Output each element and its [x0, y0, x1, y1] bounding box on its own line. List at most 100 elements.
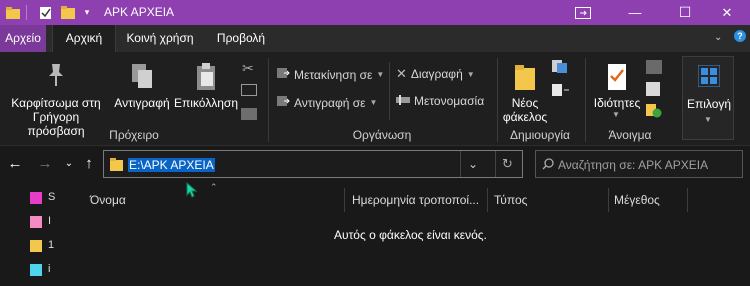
new-folder-icon — [502, 62, 548, 96]
divider — [460, 151, 461, 177]
delete-label: Διαγραφή — [410, 67, 463, 81]
edit-icon[interactable] — [646, 82, 660, 96]
customize-quick-access-icon[interactable]: ▾ — [80, 0, 94, 25]
nav-pane-item[interactable]: 1 — [48, 239, 54, 251]
nav-pane-item[interactable]: S — [48, 191, 55, 203]
pin-to-quick-access-button[interactable]: Καρφίτσωμα στη Γρήγορη πρόσβαση — [4, 62, 108, 138]
nav-pane-folder-icon[interactable] — [30, 264, 42, 276]
divider — [495, 151, 496, 177]
recent-locations-chevron-icon[interactable]: ⌄ — [60, 154, 78, 172]
rename-label: Μετονομασία — [414, 94, 485, 108]
group-clipboard-label: Πρόχειρο — [109, 128, 159, 142]
folder-icon — [110, 158, 123, 174]
tab-view[interactable]: Προβολή — [210, 25, 272, 52]
properties-icon — [588, 62, 646, 96]
column-divider[interactable] — [687, 188, 688, 212]
empty-folder-message: Αυτός ο φάκελος είναι κενός. — [334, 228, 487, 242]
minimize-button[interactable] — [560, 0, 606, 25]
pin-label-line1: Καρφίτσωμα στη — [11, 96, 101, 110]
sort-up-icon: ⌃ — [210, 182, 218, 192]
select-label: Επιλογή — [686, 97, 732, 111]
column-header-size[interactable]: Μέγεθος — [614, 188, 660, 212]
chevron-down-icon: ▼ — [369, 98, 378, 107]
maximize-button[interactable]: ☐ — [662, 0, 708, 25]
nav-pane-folder-icon[interactable] — [30, 240, 42, 252]
forward-arrow-icon[interactable]: → — [36, 154, 54, 172]
separator — [26, 5, 27, 20]
move-to-button[interactable]: Μετακίνηση σε ▼ — [276, 66, 384, 83]
copy-button[interactable]: Αντιγραφή — [110, 62, 174, 110]
tab-file[interactable]: Αρχείο — [0, 25, 46, 52]
minimize-button[interactable]: — — [612, 0, 658, 25]
select-button[interactable]: Επιλογή ▼ — [682, 56, 734, 140]
column-divider[interactable] — [608, 188, 609, 212]
copy-icon — [110, 62, 174, 96]
delete-button[interactable]: ✕ Διαγραφή ▼ — [396, 66, 475, 82]
column-divider[interactable] — [487, 188, 488, 212]
paste-icon — [174, 62, 238, 96]
help-icon[interactable]: ? — [734, 30, 746, 42]
address-history-chevron-icon[interactable]: ⌄ — [468, 157, 478, 171]
column-header-type[interactable]: Τύπος — [494, 188, 527, 212]
mouse-cursor — [186, 181, 198, 201]
copy-to-icon — [276, 94, 290, 111]
copy-to-button[interactable]: Αντιγραφή σε ▼ — [276, 94, 377, 111]
address-path[interactable]: E:\ΑΡΚ ΑΡΧΕΙΑ — [128, 158, 215, 172]
group-new-label: Δημιουργία — [510, 128, 570, 142]
rename-button[interactable]: Μετονομασία — [396, 94, 484, 108]
up-arrow-icon[interactable]: ↑ — [80, 154, 98, 172]
ribbon-tabs: Αρχείο Αρχική Κοινή χρήση Προβολή ⌄ ? — [0, 25, 750, 52]
move-to-label: Μετακίνηση σε — [294, 67, 373, 82]
history-icon[interactable] — [646, 104, 662, 118]
column-divider[interactable] — [344, 188, 345, 212]
new-folder-label-line1: Νέος — [511, 96, 539, 110]
new-folder-quick-icon[interactable] — [59, 0, 77, 25]
refresh-icon[interactable]: ↻ — [502, 156, 513, 172]
group-organize-label: Οργάνωση — [352, 128, 412, 142]
search-box[interactable]: Αναζήτηση σε: ΑΡΚ ΑΡΧΕΙΑ — [535, 150, 743, 178]
chevron-down-icon[interactable]: ▼ — [612, 110, 620, 119]
copy-label: Αντιγραφή — [114, 96, 170, 110]
collapse-ribbon-icon[interactable]: ⌄ — [714, 32, 722, 43]
properties-label: Ιδιότητες — [593, 96, 641, 110]
close-button[interactable]: ✕ — [704, 0, 750, 25]
paste-button[interactable]: Επικόλληση — [174, 62, 238, 110]
file-list-area: S I 1 i ⌃ Όνομα Ημερομηνία τροποποί... Τ… — [0, 181, 750, 286]
nav-pane-folder-icon[interactable] — [30, 216, 42, 228]
folder-icon — [4, 0, 22, 25]
chevron-down-icon: ▼ — [466, 69, 475, 79]
chevron-down-icon: ▼ — [704, 115, 712, 124]
copy-to-label: Αντιγραφή σε — [294, 95, 366, 110]
tab-share[interactable]: Κοινή χρήση — [118, 25, 202, 52]
back-arrow-icon[interactable]: ← — [6, 154, 24, 172]
chevron-down-icon: ▼ — [376, 70, 385, 79]
pin-icon — [4, 62, 108, 96]
ribbon: Καρφίτσωμα στη Γρήγορη πρόσβαση Αντιγραφ… — [0, 52, 750, 146]
cut-icon[interactable]: ✂ — [242, 60, 254, 77]
tab-home[interactable]: Αρχική — [52, 25, 116, 52]
move-to-icon — [276, 66, 290, 83]
new-folder-button[interactable]: Νέος φάκελος — [502, 62, 548, 124]
properties-quick-icon[interactable] — [36, 0, 54, 25]
nav-pane-folder-icon[interactable] — [30, 192, 42, 204]
copy-path-icon[interactable] — [241, 84, 257, 96]
easy-access-icon[interactable] — [552, 84, 572, 98]
search-placeholder: Αναζήτηση σε: ΑΡΚ ΑΡΧΕΙΑ — [558, 158, 709, 172]
nav-pane-item[interactable]: I — [48, 215, 51, 227]
properties-button[interactable]: Ιδιότητες — [588, 62, 646, 110]
navigation-bar: ← → ⌄ ↑ E:\ΑΡΚ ΑΡΧΕΙΑ ⌄ ↻ Αναζήτηση σε: … — [0, 146, 750, 182]
group-separator — [585, 58, 586, 142]
nav-pane-item[interactable]: i — [48, 263, 50, 275]
open-icon[interactable] — [646, 60, 662, 74]
rename-icon — [396, 94, 410, 108]
address-bar[interactable]: E:\ΑΡΚ ΑΡΧΕΙΑ ⌄ ↻ — [103, 150, 523, 178]
group-open-label: Άνοιγμα — [608, 128, 652, 142]
column-header-name[interactable]: Όνομα — [90, 188, 126, 212]
delete-icon: ✕ — [396, 66, 407, 81]
new-folder-label-line2: φάκελος — [502, 110, 548, 124]
paste-shortcut-icon[interactable] — [241, 108, 257, 120]
column-header-date-modified[interactable]: Ημερομηνία τροποποί... — [352, 188, 479, 212]
window-title: ΑΡΚ ΑΡΧΕΙΑ — [104, 5, 175, 19]
title-bar: ▾ ΑΡΚ ΑΡΧΕΙΑ — ☐ ✕ — [0, 0, 750, 25]
new-item-icon[interactable] — [552, 60, 572, 74]
